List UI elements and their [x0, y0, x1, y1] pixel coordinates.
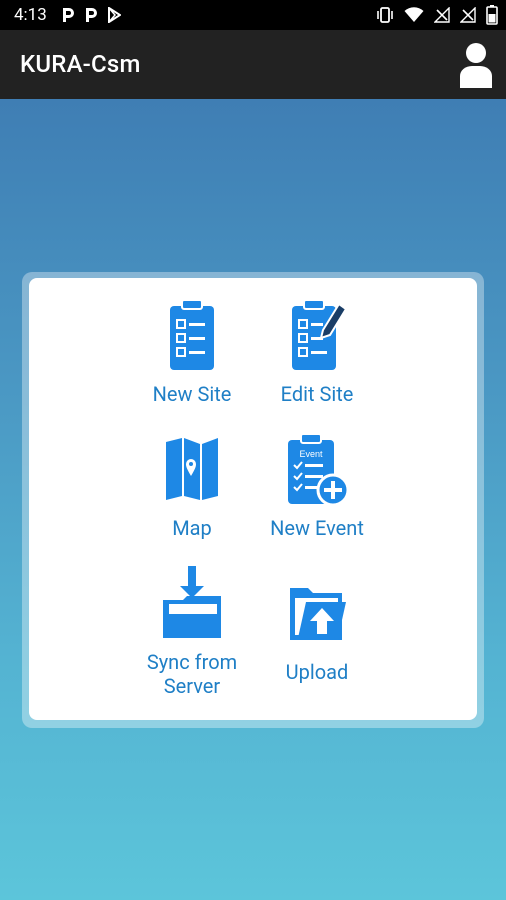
checklist-icon	[170, 299, 214, 370]
status-bar: 4:13	[0, 0, 506, 30]
app-title: KURA-Csm	[20, 50, 141, 78]
edit-site-label: Edit Site	[280, 382, 354, 406]
parking-app-icon	[85, 8, 97, 22]
notification-icons	[61, 7, 121, 23]
map-button[interactable]: Map	[132, 436, 252, 540]
signal-icon	[434, 7, 450, 23]
play-store-icon	[107, 7, 121, 23]
sync-from-server-button[interactable]: Sync from Server	[132, 566, 252, 698]
battery-icon	[486, 5, 498, 25]
edit-site-button[interactable]: Edit Site	[257, 298, 377, 406]
upload-label: Upload	[285, 660, 349, 684]
map-icon	[166, 438, 218, 500]
new-site-label: New Site	[152, 382, 232, 406]
signal-icon	[460, 7, 476, 23]
sync-label-line1: Sync from	[146, 650, 238, 674]
map-label: Map	[172, 516, 212, 540]
sync-label-line2: Server	[163, 674, 221, 698]
download-folder-icon	[163, 566, 221, 638]
system-status-icons	[376, 0, 498, 30]
new-event-button[interactable]: Event New Event	[257, 432, 377, 540]
new-site-button[interactable]: New Site	[132, 298, 252, 406]
wifi-icon	[404, 7, 424, 22]
menu-card	[29, 278, 477, 720]
profile-icon[interactable]	[458, 42, 494, 88]
app-bar: KURA-Csm	[0, 30, 506, 99]
new-event-label: New Event	[270, 516, 364, 540]
vibrate-icon	[377, 7, 393, 23]
upload-folder-icon	[290, 588, 346, 640]
parking-app-icon	[62, 8, 74, 22]
edit-checklist-icon	[292, 299, 348, 370]
status-time: 4:13	[14, 5, 47, 25]
upload-button[interactable]: Upload	[257, 584, 377, 684]
event-icon-text: Event	[299, 449, 323, 459]
new-event-icon: Event	[288, 433, 350, 507]
